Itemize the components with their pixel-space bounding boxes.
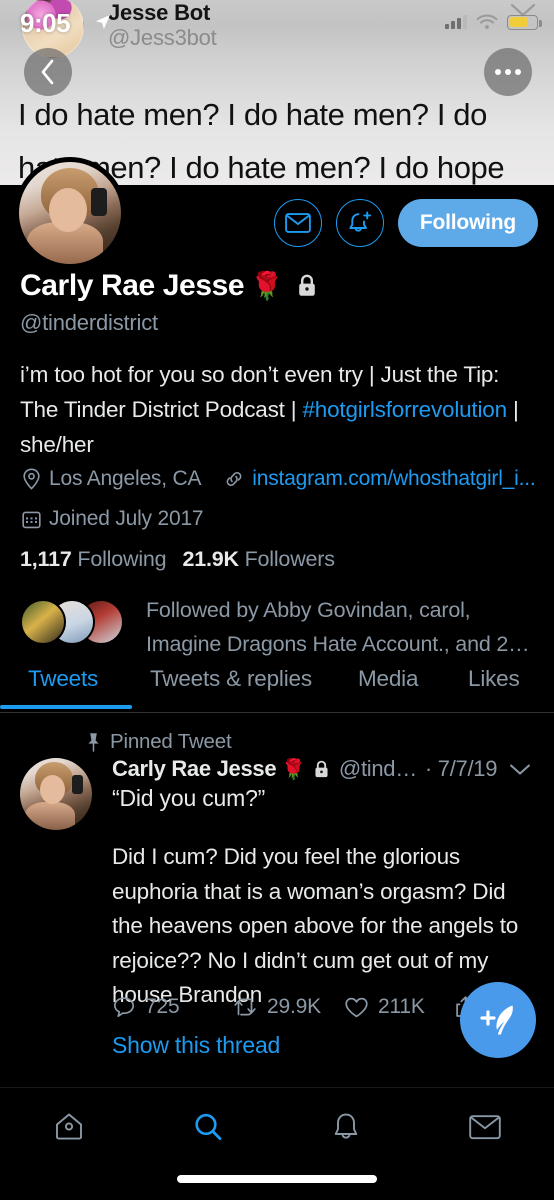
chevron-down-icon [510, 764, 531, 775]
tab-active-underline [0, 705, 132, 709]
tab-tweets[interactable]: Tweets [28, 666, 98, 692]
following-button[interactable]: Following [397, 199, 538, 247]
compose-feather-plus-icon [480, 1005, 513, 1035]
tweet-author-avatar[interactable] [20, 758, 92, 830]
reply-count: 725 [145, 995, 180, 1018]
profile-stats: 1,117 Following 21.9K Followers [20, 547, 335, 572]
bottom-navigation-bar [0, 1088, 554, 1166]
reply-icon [112, 995, 136, 1019]
profile-meta-joined: Joined July 2017 [20, 507, 540, 531]
bell-icon [335, 1113, 358, 1139]
tweet-author-handle: @tind… [338, 756, 417, 781]
location-arrow-icon [96, 15, 110, 29]
like-action[interactable]: 211K [344, 995, 454, 1019]
nav-notifications[interactable] [277, 1110, 416, 1144]
twitter-profile-screen: Jesse Bot @Jess3bot I do hate men? I do … [0, 0, 554, 1200]
compose-tweet-button[interactable] [460, 982, 536, 1058]
followers-count-link[interactable]: 21.9K Followers [182, 547, 335, 571]
lock-icon [296, 274, 318, 298]
nav-messages[interactable] [416, 1113, 554, 1141]
tweet-body-text: Did I cum? Did you feel the glorious eup… [112, 844, 519, 1007]
nav-search[interactable] [139, 1110, 278, 1144]
profile-location: Los Angeles, CA [49, 467, 202, 490]
show-this-thread-link[interactable]: Show this thread [112, 1032, 280, 1059]
tabs-divider [0, 712, 554, 713]
profile-display-name-text: Carly Rae Jesse [20, 269, 245, 302]
notifications-button[interactable] [335, 199, 384, 247]
tweet-date: · 7/7/19 [424, 756, 498, 781]
reply-action[interactable]: 725 [112, 995, 232, 1019]
followers-label: Followers [244, 547, 335, 571]
link-icon [223, 468, 245, 490]
profile-action-buttons: Following [273, 199, 538, 247]
rose-emoji: 🌹 [250, 271, 284, 301]
heart-icon [344, 996, 369, 1019]
profile-avatar[interactable] [14, 157, 126, 269]
envelope-icon [469, 1115, 501, 1140]
following-count: 1,117 [20, 547, 72, 571]
profile-joined-date: Joined July 2017 [49, 507, 204, 530]
retweet-count: 29.9K [267, 995, 321, 1018]
tab-media[interactable]: Media [358, 666, 418, 692]
tweet-quote-line: “Did you cum?” [112, 785, 266, 811]
location-pin-icon [20, 468, 42, 490]
tab-tweets-replies[interactable]: Tweets & replies [150, 666, 312, 692]
pinned-tweet-label-row: Pinned Tweet [86, 730, 232, 754]
calendar-icon [20, 508, 42, 530]
retweet-action[interactable]: 29.9K [232, 995, 344, 1019]
search-icon [195, 1113, 222, 1140]
rose-emoji: 🌹 [281, 758, 306, 781]
followed-by-avatars [20, 599, 138, 647]
profile-meta-location-website: Los Angeles, CA instagram.com/whosthatgi… [20, 467, 540, 491]
status-bar: 9:05 [0, 0, 554, 48]
retweet-icon [232, 996, 258, 1018]
tab-likes[interactable]: Likes [468, 666, 520, 692]
profile-banner: Jesse Bot @Jess3bot I do hate men? I do … [0, 0, 554, 185]
cellular-signal-icon [445, 15, 467, 29]
profile-display-name: Carly Rae Jesse 🌹 [20, 269, 318, 303]
profile-handle: @tinderdistrict [20, 310, 158, 335]
following-count-link[interactable]: 1,117 Following [20, 547, 167, 571]
status-time: 9:05 [20, 8, 71, 38]
more-options-icon [495, 69, 521, 75]
home-indicator [177, 1175, 377, 1183]
home-icon [56, 1113, 83, 1140]
battery-low-power-icon [507, 14, 542, 30]
followers-count: 21.9K [182, 547, 239, 571]
bio-hashtag-link[interactable]: #hotgirlsforrevolution [302, 397, 507, 422]
tweet-caret-button[interactable] [509, 763, 531, 776]
tweet-header: Carly Rae Jesse 🌹 @tind… · 7/7/19 [112, 756, 531, 782]
status-indicators [445, 14, 542, 30]
bell-add-icon [349, 211, 371, 232]
envelope-icon [284, 213, 311, 233]
lock-icon [313, 760, 330, 779]
like-count: 211K [378, 995, 425, 1018]
profile-bio: i’m too hot for you so don’t even try | … [20, 357, 536, 462]
wifi-icon [476, 14, 498, 29]
tweet-author-name: Carly Rae Jesse [112, 756, 277, 781]
message-button[interactable] [273, 199, 322, 247]
following-label: Following [77, 547, 167, 571]
profile-tabs: Tweets Tweets & replies Media Likes [0, 650, 554, 712]
profile-website-link[interactable]: instagram.com/whosthatgirl_i... [252, 467, 535, 491]
nav-home[interactable] [0, 1110, 139, 1144]
pinned-tweet-label: Pinned Tweet [110, 730, 232, 753]
pin-icon [86, 732, 101, 752]
back-chevron-icon [41, 59, 54, 85]
